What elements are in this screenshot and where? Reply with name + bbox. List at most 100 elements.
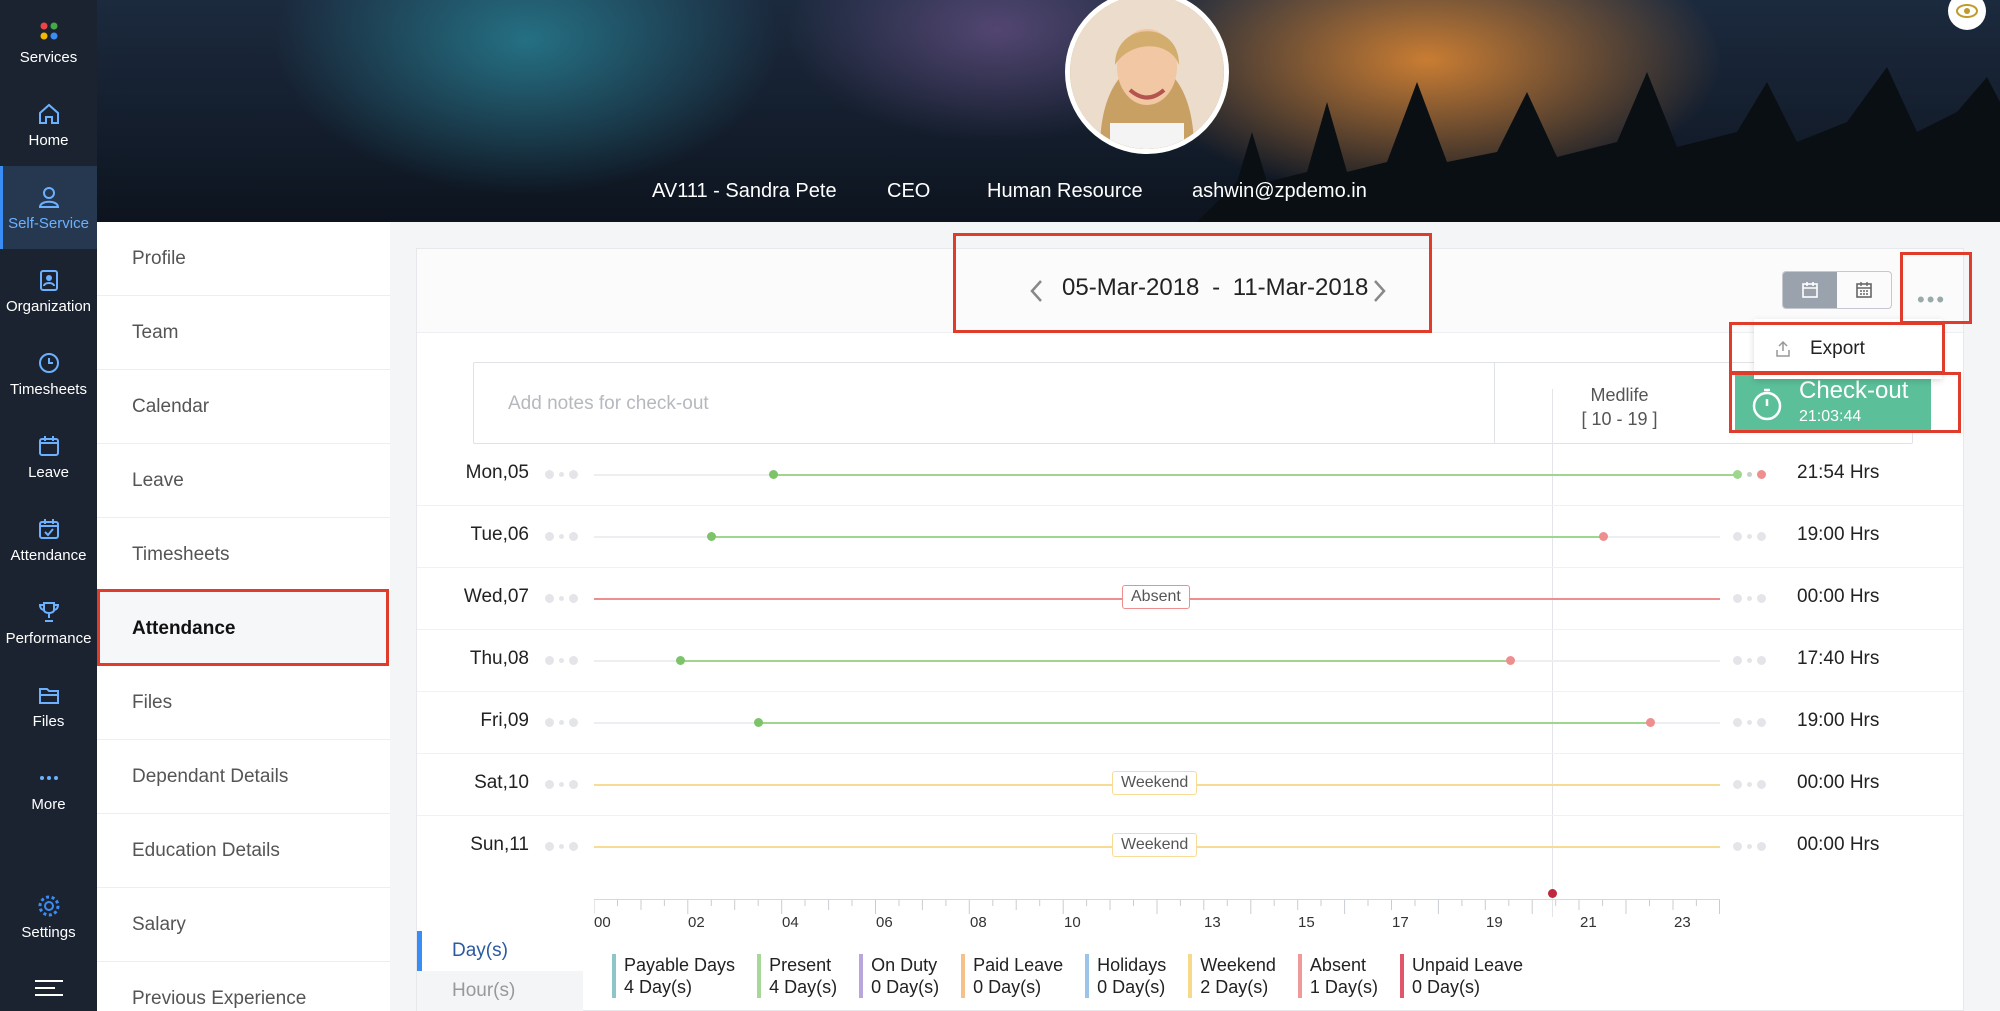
axis-tick: 02 [688,914,705,931]
shift-hours: [ 10 - 19 ] [1581,409,1658,429]
timeline-row: Thu,08 17:40 Hrs [417,630,1963,692]
rail-timesheets[interactable]: Timesheets [0,332,97,415]
nav-files[interactable]: Files [97,666,390,740]
legend-value: 0 Day(s) [1411,977,1480,997]
axis-tick: 06 [876,914,893,931]
nav-salary[interactable]: Salary [97,888,390,962]
calendar-check-icon [38,518,59,539]
legend-label: Unpaid Leave [1411,955,1524,975]
total-hours: 00:00 Hrs [1797,772,1880,793]
checkin-dots [545,656,578,665]
legend-value: 0 Day(s) [1097,977,1166,997]
axis-tick: 17 [1392,914,1409,931]
legend-label: Paid Leave [973,955,1064,975]
rail-label: Self-Service [8,214,89,232]
rail-settings[interactable]: Settings [0,875,97,958]
rail-label: Home [28,131,69,149]
legend-payable-days: Payable Days 4 Day(s) [612,954,735,998]
axis-tick: 10 [1064,914,1081,931]
rail-label: Attendance [10,546,87,564]
legend-value: 4 Day(s) [624,977,693,997]
week-view-button[interactable] [1783,272,1837,308]
timeline-row: Tue,06 19:00 Hrs [417,506,1963,568]
legend-label: On Duty [871,955,938,975]
nav-calendar[interactable]: Calendar [97,370,390,444]
profile-banner: AV111 - Sandra Pete CEO Human Resource a… [97,0,2000,222]
day-label: Fri,09 [480,710,529,731]
checkout-dots [1733,532,1766,541]
nav-previous-experience[interactable]: Previous Experience [97,962,390,1011]
rail-more[interactable]: More [0,747,97,830]
checkout-point[interactable] [1646,718,1655,727]
month-view-button[interactable] [1837,272,1891,308]
rail-services[interactable]: Services [0,0,97,83]
weekend-tag: Weekend [1112,771,1198,795]
nav-timesheets[interactable]: Timesheets [97,518,390,592]
axis-tick: 21 [1580,914,1597,931]
legend-value: 4 Day(s) [769,977,838,997]
day-label: Sat,10 [474,772,529,793]
checkin-point[interactable] [707,532,716,541]
legend-label: Weekend [1200,955,1276,975]
weekend-tag: Weekend [1112,833,1198,857]
axis-tick: 00 [594,914,611,931]
rail-attendance[interactable]: Attendance [0,498,97,581]
legend-value: 0 Day(s) [973,977,1042,997]
checkin-dots [545,842,578,851]
tab-days[interactable]: Day(s) [417,931,583,971]
legend-label: Absent [1309,955,1366,975]
total-hours: 00:00 Hrs [1797,834,1880,855]
legend-value: 2 Day(s) [1200,977,1269,997]
rail-organization[interactable]: Organization [0,249,97,332]
nav-profile[interactable]: Profile [97,222,390,296]
checkout-point[interactable] [1506,656,1515,665]
summary-tabs: Day(s) Hour(s) [417,931,583,1011]
checkout-point[interactable] [1599,532,1608,541]
highlight-more-options [1900,252,1972,324]
employee-email: ashwin@zpdemo.in [1192,180,1367,202]
axis-tick: 08 [970,914,987,931]
axis-tick: 13 [1204,914,1221,931]
total-hours: 21:54 Hrs [1797,462,1880,483]
rail-leave[interactable]: Leave [0,415,97,498]
time-axis: 00 02 04 06 08 10 13 15 17 19 21 23 [594,899,1720,931]
axis-tick: 23 [1674,914,1691,931]
checkout-dots [1733,470,1766,479]
legend-label: Present [769,955,832,975]
nav-leave[interactable]: Leave [97,444,390,518]
legend-present: Present 4 Day(s) [757,954,837,998]
checkin-point[interactable] [676,656,685,665]
calendar-icon [38,435,59,456]
tab-hours[interactable]: Hour(s) [417,971,583,1011]
rail-files[interactable]: Files [0,664,97,747]
rail-performance[interactable]: Performance [0,581,97,664]
legend-paid-leave: Paid Leave 0 Day(s) [961,954,1063,998]
rail-self-service[interactable]: Self-Service [0,166,97,249]
nav-education-details[interactable]: Education Details [97,814,390,888]
axis-tick: 15 [1298,914,1315,931]
clock-icon [38,352,59,373]
checkin-point[interactable] [769,470,778,479]
checkout-dots [1733,842,1766,851]
calendar-week-icon [1802,282,1818,298]
checkout-dots [1733,656,1766,665]
legend-holidays: Holidays 0 Day(s) [1085,954,1166,998]
rail-label: Organization [5,297,92,315]
checkout-dots [1733,594,1766,603]
rail-home[interactable]: Home [0,83,97,166]
checkout-notes-input[interactable]: Add notes for check-out [508,393,709,415]
home-icon [38,103,59,124]
checkin-dots [545,780,578,789]
rail-label: More [31,795,66,813]
nav-dependant-details[interactable]: Dependant Details [97,740,390,814]
total-hours: 17:40 Hrs [1797,648,1880,669]
preview-button[interactable] [1948,0,1986,30]
attendance-summary-legend: Payable Days 4 Day(s) Present 4 Day(s) On … [612,954,1545,998]
nav-team[interactable]: Team [97,296,390,370]
current-time-marker [1548,889,1557,898]
checkin-point[interactable] [754,718,763,727]
checkin-dots [545,470,578,479]
hamburger-icon[interactable] [35,980,63,996]
legend-value: 1 Day(s) [1309,977,1378,997]
highlight-date-range [953,233,1432,333]
